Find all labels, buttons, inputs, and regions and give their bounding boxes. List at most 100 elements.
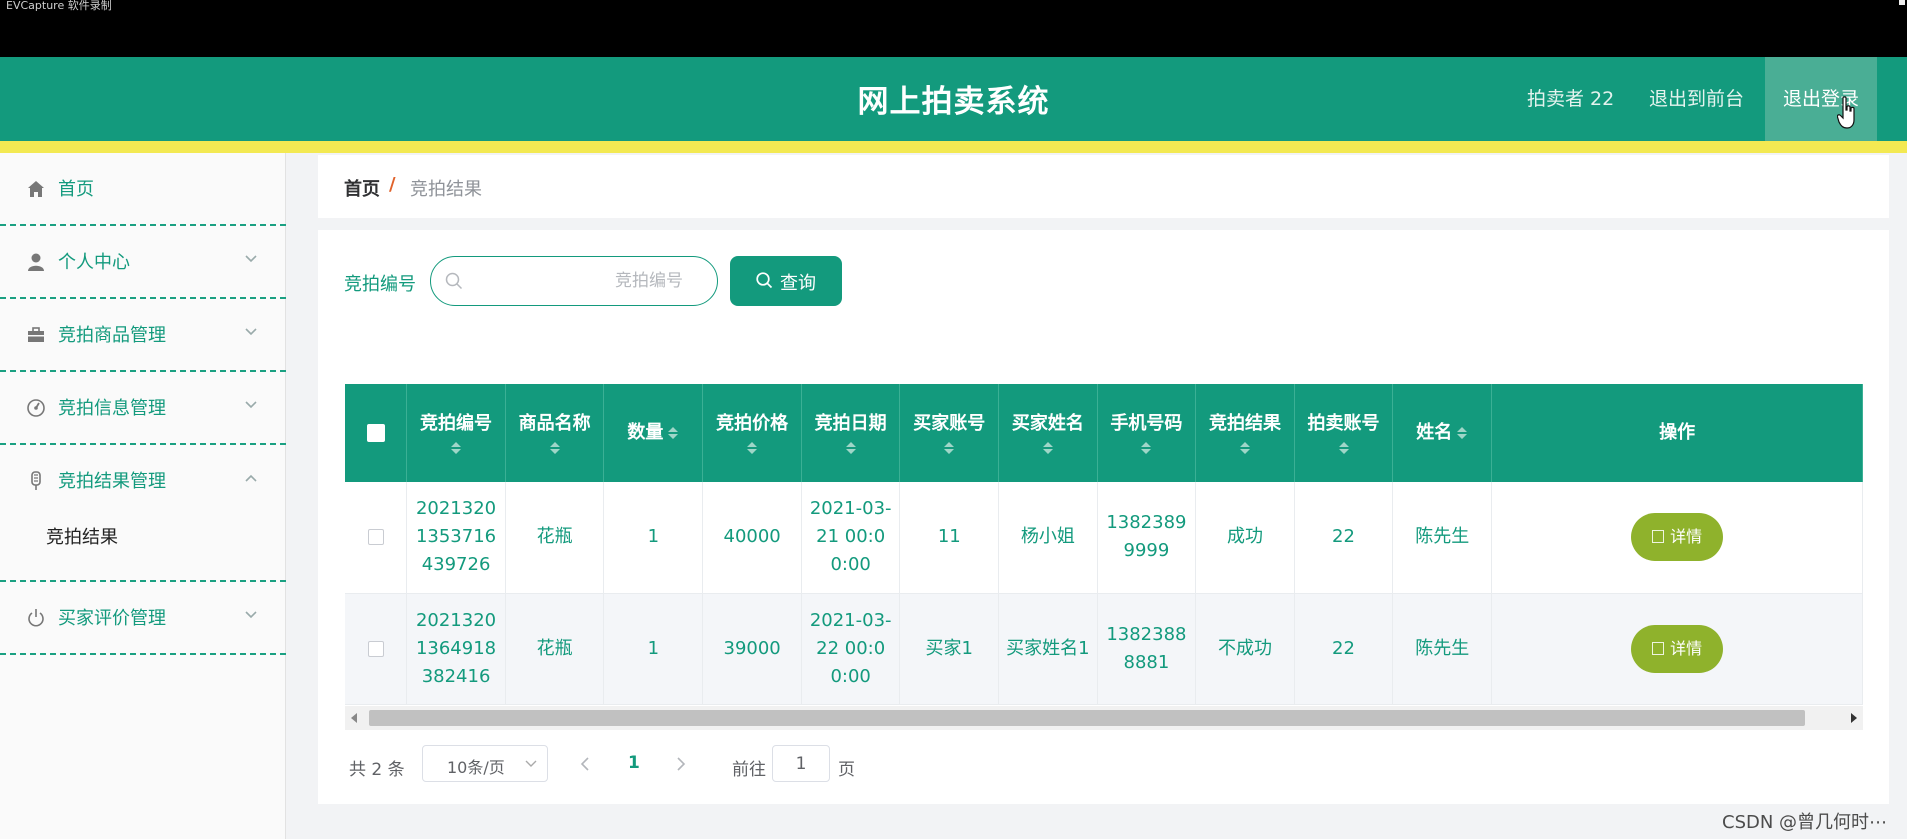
page-suffix: 页 [838,760,855,780]
back-to-front-link[interactable]: 退出到前台 [1649,84,1744,111]
cell-result: 成功 [1195,482,1295,594]
column-header-ops: 操作 [1491,384,1863,482]
search-icon [445,272,463,290]
cell-qty: 1 [603,593,704,705]
chevron-down-icon [245,328,257,336]
column-header-buyer-account[interactable]: 买家账号 [899,384,1000,482]
sidebar: 首页 个人中心 竞拍商品管理 竞拍信息管理 竞拍结果管理 竞拍结果 买家评价管理 [0,153,286,839]
sidebar-item-label: 首页 [58,179,94,200]
recorder-bar: EVCapture 软件录制 [0,0,1907,57]
sort-icon[interactable] [549,441,561,455]
search-label: 竞拍编号 [344,274,416,295]
column-header-code[interactable]: 竞拍编号 [406,384,506,482]
pagination-total: 共 2 条 [349,760,405,780]
column-header-seller-account[interactable]: 拍卖账号 [1294,384,1394,482]
sort-icon[interactable] [667,426,679,440]
power-icon [28,609,44,627]
gauge-icon [27,399,45,417]
user-label: 拍卖者 22 [1527,88,1615,110]
sidebar-item-info-management[interactable]: 竞拍信息管理 [0,372,286,445]
cell-product: 花瓶 [505,593,605,705]
pagination: 共 2 条 10条/页 1 前往 页 [318,745,1889,785]
row-checkbox[interactable] [367,640,384,657]
header-strip [0,141,1907,153]
sort-icon[interactable] [943,441,955,455]
sort-icon[interactable] [1042,441,1054,455]
column-header-buyer-name[interactable]: 买家姓名 [998,384,1098,482]
table-row: 20213201364918382416 花瓶 1 39000 2021-03-… [345,593,1863,705]
detail-button[interactable]: 详情 [1631,513,1724,562]
sort-icon[interactable] [1239,441,1251,455]
cell-date: 2021-03-21 00:00:00 [801,482,901,594]
sort-icon[interactable] [1338,441,1350,455]
search-input[interactable] [473,267,683,295]
mic-icon [31,471,41,490]
page-number-current[interactable]: 1 [628,753,640,773]
sidebar-item-home[interactable]: 首页 [0,153,286,226]
sort-icon[interactable] [1456,426,1468,440]
breadcrumb: 首页 / 竞拍结果 [318,155,1889,218]
cell-phone: 13823899999 [1097,482,1197,594]
sort-icon[interactable] [1140,441,1152,455]
chevron-down-icon [245,611,257,619]
cell-code: 20213201364918382416 [406,593,506,705]
search-icon [756,272,773,289]
search-field[interactable] [430,256,718,306]
column-header-result[interactable]: 竞拍结果 [1195,384,1295,482]
sidebar-item-label: 竞拍商品管理 [58,325,166,346]
logout-button[interactable]: 退出登录 [1765,57,1877,141]
column-header-qty[interactable]: 数量 [603,384,704,482]
sidebar-item-label: 买家评价管理 [58,608,166,629]
cell-product: 花瓶 [505,482,605,594]
column-header-date[interactable]: 竞拍日期 [801,384,901,482]
column-header-name[interactable]: 姓名 [1392,384,1493,482]
cell-seller-account: 22 [1294,593,1394,705]
sidebar-subitem-auction-result[interactable]: 竞拍结果 [46,523,118,549]
page-size-select[interactable]: 10条/页 [422,745,548,782]
detail-button[interactable]: 详情 [1631,624,1724,673]
briefcase-icon [28,327,44,342]
sidebar-item-result-management[interactable]: 竞拍结果管理 [0,445,286,582]
column-header-product[interactable]: 商品名称 [505,384,605,482]
document-icon [1652,641,1665,655]
chevron-down-icon [245,401,257,409]
breadcrumb-separator: / [389,174,396,195]
result-table: 竞拍编号 商品名称 数量 竞拍价格 竞拍日期 买家账号 买家姓名 手机号码 竞拍… [345,384,1863,705]
cell-ops: 详情 [1491,593,1863,705]
result-table-wrapper: 竞拍编号 商品名称 数量 竞拍价格 竞拍日期 买家账号 买家姓名 手机号码 竞拍… [345,384,1863,730]
scrollbar-thumb[interactable] [369,710,1805,726]
select-all-checkbox[interactable] [366,424,385,442]
sidebar-item-personal-center[interactable]: 个人中心 [0,226,286,299]
next-page-icon[interactable] [676,757,686,771]
breadcrumb-current: 竞拍结果 [410,179,482,200]
hand-cursor-icon [1837,96,1855,129]
column-header-price[interactable]: 竞拍价格 [702,384,802,482]
scroll-right-icon[interactable] [1851,713,1857,723]
table-row: 20213201353716439726 花瓶 1 40000 2021-03-… [345,482,1863,594]
row-checkbox[interactable] [367,529,384,546]
row-checkbox-cell [345,482,408,594]
sidebar-item-review-management[interactable]: 买家评价管理 [0,582,286,655]
main-panel: 竞拍编号 查询 竞拍编号 商品名称 数量 竞拍价格 竞拍日期 [318,230,1889,804]
cell-buyer-account: 11 [899,482,1000,594]
cell-qty: 1 [603,482,704,594]
sidebar-item-label: 竞拍信息管理 [58,398,166,419]
sidebar-item-label: 竞拍结果管理 [58,471,166,492]
cell-seller-account: 22 [1294,482,1394,594]
sidebar-item-product-management[interactable]: 竞拍商品管理 [0,299,286,372]
sort-icon[interactable] [845,441,857,455]
search-button[interactable]: 查询 [730,256,842,306]
breadcrumb-home[interactable]: 首页 [344,175,380,201]
sort-icon[interactable] [450,441,462,455]
recorder-mark [1899,0,1905,5]
horizontal-scrollbar[interactable] [345,706,1863,730]
chevron-up-icon [245,474,257,482]
page-title: 网上拍卖系统 [857,84,1050,120]
column-header-phone[interactable]: 手机号码 [1097,384,1197,482]
scroll-left-icon[interactable] [351,713,357,723]
sort-icon[interactable] [746,441,758,455]
goto-page-input[interactable] [772,745,830,782]
cell-buyer-name: 杨小姐 [998,482,1098,594]
prev-page-icon[interactable] [580,757,590,771]
header-checkbox-cell [345,384,408,482]
